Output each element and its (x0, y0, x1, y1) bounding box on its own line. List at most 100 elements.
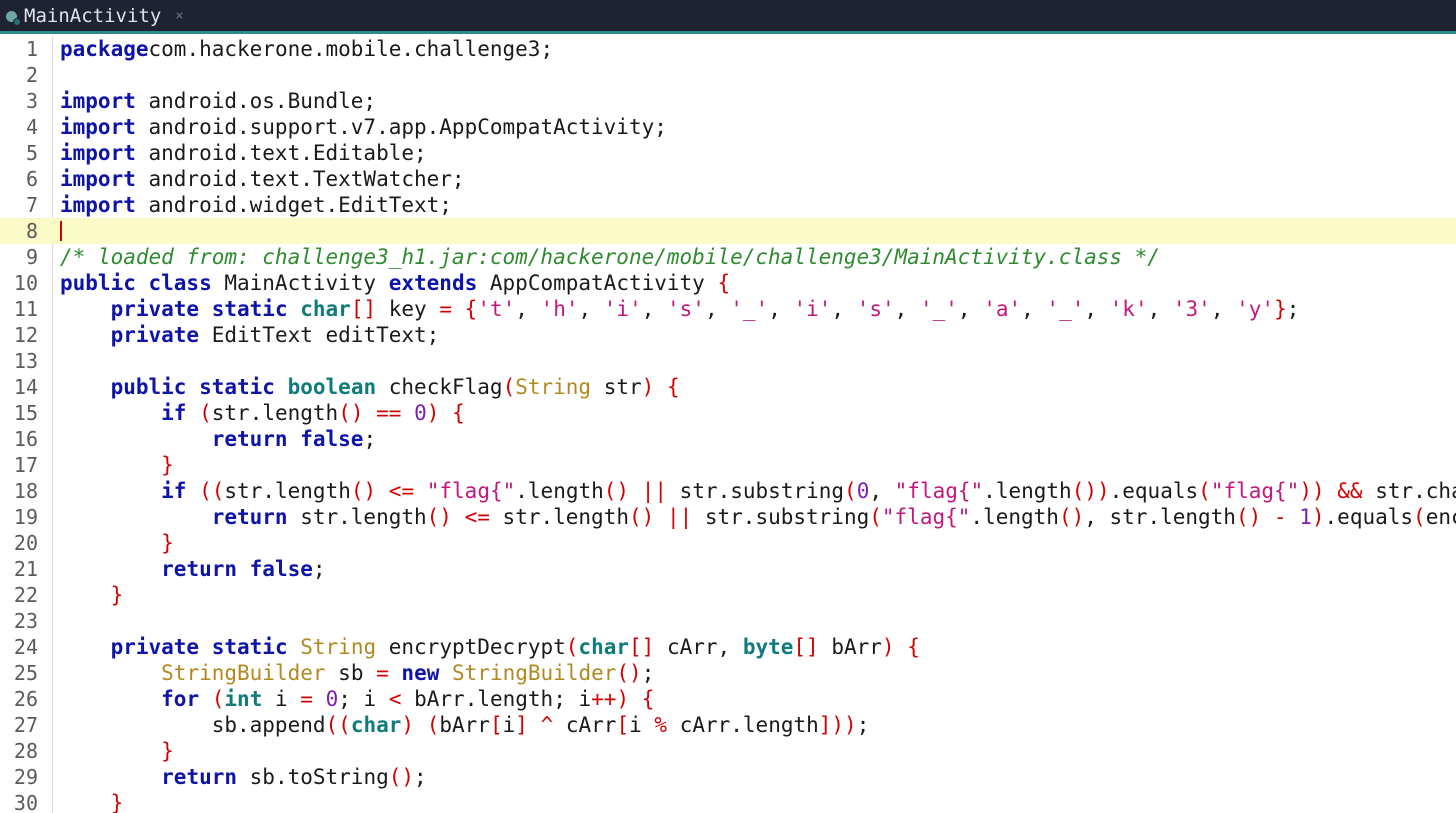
code-line[interactable]: 6 import android.text.TextWatcher; (0, 166, 1456, 192)
code-line[interactable]: 11 private static char[] key = {'t', 'h'… (0, 296, 1456, 322)
code-line[interactable]: 9 /* loaded from: challenge3_h1.jar:com/h… (0, 244, 1456, 270)
code-token: 'i' (603, 297, 642, 321)
code-token: { (641, 687, 655, 711)
line-code: StringBuilder sb = new StringBuilder(); (60, 660, 654, 686)
line-code: import android.support.v7.app.AppCompatA… (60, 114, 667, 140)
line-number: 28 (13, 739, 38, 763)
code-token: .length (970, 505, 1059, 529)
code-token: return false (161, 557, 313, 581)
code-token: .equals (1324, 505, 1414, 529)
code-line[interactable]: 15 if (str.length() == 0) { (0, 400, 1456, 426)
code-line[interactable]: 18 if ((str.length() <= "flag{".length()… (0, 478, 1456, 504)
code-token: 0 (325, 687, 339, 711)
line-code: } (60, 790, 124, 813)
code-token: , (1210, 297, 1237, 321)
code-token: 'i' (793, 297, 832, 321)
code-token: ; (414, 765, 427, 789)
code-line[interactable]: 20 } (0, 530, 1456, 556)
code-line[interactable]: 19 return str.length() <= str.length() |… (0, 504, 1456, 530)
code-token: checkFlag (376, 375, 503, 399)
line-code: import android.text.Editable; (60, 140, 427, 166)
code-token: "flag{" (881, 505, 971, 529)
code-token: encryptDecrypt (1425, 505, 1456, 529)
code-token: EditText editText; (199, 323, 440, 347)
code-token: /* loaded from: challenge3_h1.jar:com/ha… (60, 245, 1160, 269)
code-line[interactable]: 26 for (int i = 0; i < bArr.length; i++)… (0, 686, 1456, 712)
code-line[interactable]: 12 private EditText editText; (0, 322, 1456, 348)
line-code: for (int i = 0; i < bArr.length; i++) { (60, 686, 654, 712)
code-token: ])) (818, 713, 857, 737)
code-token: '_' (730, 297, 769, 321)
code-token: i (502, 713, 516, 737)
tab-main-activity[interactable]: MainActivity × (0, 0, 196, 31)
code-line[interactable]: 1 packagecom.hackerone.mobile.challenge3; (0, 36, 1456, 62)
line-code: private static char[] key = {'t', 'h', '… (60, 296, 1300, 322)
code-token: cArr, (654, 635, 743, 659)
line-number: 9 (25, 245, 38, 269)
close-icon[interactable]: × (175, 8, 183, 24)
code-line[interactable]: 2 (0, 62, 1456, 88)
code-line[interactable]: 25 StringBuilder sb = new StringBuilder(… (0, 660, 1456, 686)
line-code: return sb.toString(); (60, 764, 427, 790)
code-token: char (578, 635, 629, 659)
line-code: import android.text.TextWatcher; (60, 166, 465, 192)
code-editor[interactable]: 1 packagecom.hackerone.mobile.challenge3;… (0, 36, 1456, 813)
line-number: 26 (13, 687, 38, 711)
code-line[interactable]: 8 (0, 218, 1456, 244)
code-line[interactable]: 13 (0, 348, 1456, 374)
code-token: i (629, 713, 655, 737)
code-line[interactable]: 27 sb.append((char) (bArr[i] ^ cArr[i % … (0, 712, 1456, 738)
code-token: cArr.length (667, 713, 819, 737)
code-token: return false (211, 427, 364, 451)
code-line[interactable]: 21 return false; (0, 556, 1456, 582)
code-line[interactable]: 22 } (0, 582, 1456, 608)
code-token: char (300, 297, 351, 321)
line-number: 11 (13, 297, 38, 321)
code-line[interactable]: 10 public class MainActivity extends AppC… (0, 270, 1456, 296)
java-class-icon (6, 9, 21, 26)
code-token: char (350, 713, 402, 737)
code-token: import (60, 167, 136, 191)
code-line[interactable]: 4 import android.support.v7.app.AppCompat… (0, 114, 1456, 140)
code-line[interactable]: 29 return sb.toString(); (0, 764, 1456, 790)
code-line[interactable]: 7 import android.widget.EditText; (0, 192, 1456, 218)
code-line[interactable]: 28 } (0, 738, 1456, 764)
line-number: 23 (13, 609, 38, 633)
code-token: 's' (856, 297, 895, 321)
code-token: 'a' (983, 297, 1022, 321)
code-line[interactable]: 3 import android.os.Bundle; (0, 88, 1456, 114)
code-token: for (161, 687, 200, 711)
line-number: 3 (25, 89, 38, 113)
code-token: bArr (818, 635, 882, 659)
line-number: 29 (13, 765, 38, 789)
code-token: '3' (1172, 297, 1211, 321)
code-line[interactable]: 17 } (0, 452, 1456, 478)
code-token: '_' (919, 297, 958, 321)
code-token: - (1273, 505, 1287, 529)
code-token: 's' (667, 297, 705, 321)
code-token: [] (793, 635, 819, 659)
code-token: = (376, 661, 389, 685)
code-token: ()) (1071, 479, 1110, 503)
code-line[interactable]: 16 return false; (0, 426, 1456, 452)
code-line[interactable]: 14 public static boolean checkFlag(Strin… (0, 374, 1456, 400)
code-line[interactable]: 30 } (0, 790, 1456, 813)
line-number: 18 (13, 479, 38, 503)
code-token: ( (199, 401, 212, 425)
code-token: , (869, 479, 895, 503)
code-line[interactable]: 23 (0, 608, 1456, 634)
code-line[interactable]: 5 import android.text.Editable; (0, 140, 1456, 166)
code-line[interactable]: 24 private static String encryptDecrypt(… (0, 634, 1456, 660)
code-token: ( (565, 635, 579, 659)
line-number: 14 (13, 375, 38, 399)
code-token: i (262, 687, 301, 711)
line-number: 16 (13, 427, 38, 451)
line-code: } (60, 738, 174, 764)
